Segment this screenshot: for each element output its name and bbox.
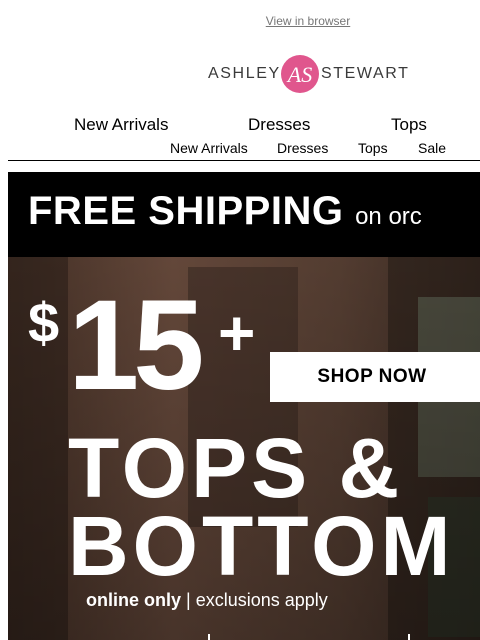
svg-text:AS: AS	[286, 62, 312, 87]
nav-secondary-sale[interactable]: Sale	[418, 140, 446, 156]
free-shipping-suffix: on orc	[355, 203, 422, 230]
nav-secondary-dresses[interactable]: Dresses	[277, 140, 328, 156]
fine-print-exclusions: exclusions apply	[195, 590, 328, 610]
nav-primary-new-arrivals[interactable]: New Arrivals	[74, 115, 168, 135]
hero-banner[interactable]: FREE SHIPPING on orc $ 15 + SHOP NOW TOP…	[8, 172, 480, 640]
nav-secondary-tops[interactable]: Tops	[358, 140, 388, 156]
logo-monogram-icon: AS	[281, 55, 319, 93]
brand-logo[interactable]: ASHLEY AS STEWART	[208, 52, 408, 96]
primary-nav: New Arrivals Dresses Tops	[0, 115, 480, 135]
nav-primary-tops[interactable]: Tops	[391, 115, 427, 135]
free-shipping-main: FREE SHIPPING	[28, 189, 344, 233]
bottom-tick	[408, 634, 410, 640]
price-plus: +	[218, 297, 256, 369]
logo-word-ashley: ASHLEY	[208, 65, 281, 82]
hero-bottom-dividers	[8, 634, 480, 640]
view-in-browser-link[interactable]: View in browser	[0, 14, 480, 28]
secondary-nav: New Arrivals Dresses Tops Sale	[0, 140, 480, 158]
hero-fine-print: online only | exclusions apply	[86, 590, 328, 611]
nav-divider	[8, 160, 480, 161]
nav-secondary-new-arrivals[interactable]: New Arrivals	[170, 140, 248, 156]
price-symbol: $	[28, 291, 60, 354]
fine-print-separator: |	[186, 590, 191, 610]
free-shipping-bar: FREE SHIPPING on orc	[8, 172, 480, 257]
bottom-tick	[208, 634, 210, 640]
fine-print-online-only: online only	[86, 590, 182, 610]
nav-primary-dresses[interactable]: Dresses	[248, 115, 310, 135]
shop-now-button[interactable]: SHOP NOW	[270, 352, 480, 402]
logo-word-stewart: STEWART	[321, 65, 410, 82]
hero-headline-line2: BOTTOM	[68, 499, 455, 593]
free-shipping-text: FREE SHIPPING on orc	[28, 189, 422, 234]
price-value: 15	[68, 274, 204, 417]
